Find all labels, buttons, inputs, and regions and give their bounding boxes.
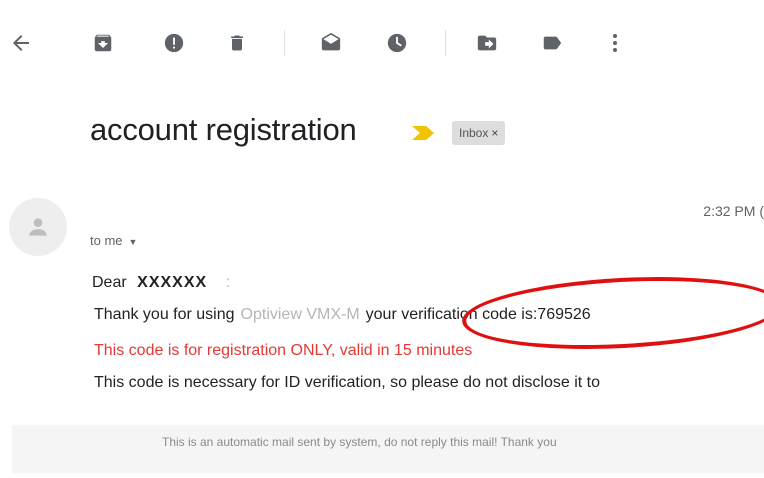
report-spam-button[interactable]	[157, 26, 191, 60]
more-icon	[613, 34, 617, 52]
back-arrow-icon	[13, 35, 29, 51]
recipient-label: to me	[90, 233, 123, 248]
recipient-name: XXXXXX	[137, 274, 208, 291]
mark-unread-icon	[321, 32, 341, 51]
label-button[interactable]	[535, 26, 569, 60]
delete-button[interactable]	[220, 26, 254, 60]
app-name: Optiview VMX-M	[240, 306, 360, 323]
greeting-colon: :	[225, 274, 231, 291]
annotation-highlight-ellipse	[460, 269, 764, 357]
greeting-text: Dear	[92, 274, 127, 291]
remove-label-icon[interactable]: ×	[491, 126, 498, 140]
toolbar-divider	[445, 30, 446, 56]
chevron-down-icon: ▼	[128, 237, 138, 247]
person-icon	[29, 218, 47, 236]
email-subject: account registration	[90, 112, 357, 147]
move-to-icon	[477, 35, 497, 51]
snooze-icon	[387, 33, 407, 53]
registration-notice: This code is for registration ONLY, vali…	[94, 342, 473, 359]
more-options-button[interactable]	[598, 26, 632, 60]
footer-text: This is an automatic mail sent by system…	[162, 435, 557, 449]
archive-button[interactable]	[86, 26, 120, 60]
back-button[interactable]	[4, 26, 38, 60]
delete-icon	[231, 35, 243, 51]
importance-marker-icon[interactable]	[410, 124, 438, 147]
inbox-label-text: Inbox	[459, 126, 489, 140]
snooze-button[interactable]	[380, 26, 414, 60]
report-spam-icon	[164, 33, 184, 53]
email-toolbar	[0, 0, 764, 90]
greeting-line: Dear XXXXXX :	[92, 274, 230, 292]
recipient-details-toggle[interactable]: to me ▼	[90, 233, 137, 248]
archive-icon	[94, 34, 112, 52]
email-footer: This is an automatic mail sent by system…	[12, 425, 764, 473]
email-timestamp: 2:32 PM (	[703, 203, 764, 219]
mark-unread-button[interactable]	[314, 26, 348, 60]
label-icon	[543, 36, 562, 50]
move-to-button[interactable]	[470, 26, 504, 60]
toolbar-divider	[284, 30, 285, 56]
avatar[interactable]	[9, 198, 67, 256]
inbox-label-chip: Inbox ×	[452, 121, 506, 145]
thanks-text: Thank you for using	[94, 306, 235, 323]
disclosure-notice: This code is necessary for ID verificati…	[94, 374, 601, 391]
